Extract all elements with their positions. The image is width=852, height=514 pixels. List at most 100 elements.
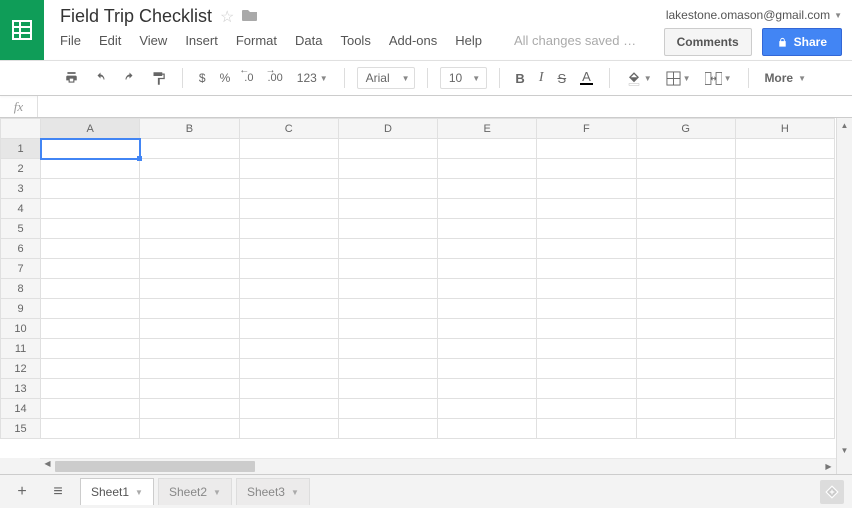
cell-G10[interactable] bbox=[636, 319, 735, 339]
cell-C13[interactable] bbox=[239, 379, 338, 399]
row-header-6[interactable]: 6 bbox=[1, 239, 41, 259]
cell-B9[interactable] bbox=[140, 299, 239, 319]
row-header-11[interactable]: 11 bbox=[1, 339, 41, 359]
row-header-7[interactable]: 7 bbox=[1, 259, 41, 279]
cell-F14[interactable] bbox=[537, 399, 636, 419]
cell-A15[interactable] bbox=[41, 419, 140, 439]
cell-G9[interactable] bbox=[636, 299, 735, 319]
row-header-10[interactable]: 10 bbox=[1, 319, 41, 339]
cell-A8[interactable] bbox=[41, 279, 140, 299]
cell-A11[interactable] bbox=[41, 339, 140, 359]
cell-F11[interactable] bbox=[537, 339, 636, 359]
cell-B3[interactable] bbox=[140, 179, 239, 199]
font-size-selector[interactable]: 10▼ bbox=[440, 67, 487, 89]
borders-button[interactable]: ▼ bbox=[662, 68, 695, 89]
share-button[interactable]: Share bbox=[762, 28, 842, 56]
cell-G8[interactable] bbox=[636, 279, 735, 299]
cell-E6[interactable] bbox=[438, 239, 537, 259]
font-selector[interactable]: Arial▼ bbox=[357, 67, 415, 89]
cell-C1[interactable] bbox=[239, 139, 338, 159]
row-header-1[interactable]: 1 bbox=[1, 139, 41, 159]
horizontal-scrollbar[interactable]: ◀ ▶ bbox=[40, 458, 836, 474]
sheets-logo[interactable] bbox=[0, 0, 44, 60]
row-header-13[interactable]: 13 bbox=[1, 379, 41, 399]
cell-H4[interactable] bbox=[735, 199, 834, 219]
cell-F13[interactable] bbox=[537, 379, 636, 399]
cell-B2[interactable] bbox=[140, 159, 239, 179]
cell-A6[interactable] bbox=[41, 239, 140, 259]
cell-D15[interactable] bbox=[338, 419, 437, 439]
cell-H7[interactable] bbox=[735, 259, 834, 279]
sheet-tab-sheet2[interactable]: Sheet2▼ bbox=[158, 478, 232, 505]
scroll-right-icon[interactable]: ▶ bbox=[821, 459, 836, 474]
cell-H15[interactable] bbox=[735, 419, 834, 439]
column-header-E[interactable]: E bbox=[438, 119, 537, 139]
cell-B10[interactable] bbox=[140, 319, 239, 339]
folder-icon[interactable] bbox=[242, 8, 258, 25]
vertical-scrollbar[interactable]: ▲ ▼ bbox=[836, 118, 852, 458]
cell-B13[interactable] bbox=[140, 379, 239, 399]
cell-D11[interactable] bbox=[338, 339, 437, 359]
cell-A9[interactable] bbox=[41, 299, 140, 319]
cell-A12[interactable] bbox=[41, 359, 140, 379]
strikethrough-button[interactable]: S bbox=[553, 68, 570, 89]
menu-file[interactable]: File bbox=[60, 33, 81, 48]
sheet-tab-sheet3[interactable]: Sheet3▼ bbox=[236, 478, 310, 505]
cell-D2[interactable] bbox=[338, 159, 437, 179]
cell-G1[interactable] bbox=[636, 139, 735, 159]
paint-format-button[interactable] bbox=[147, 68, 170, 89]
cell-F5[interactable] bbox=[537, 219, 636, 239]
cell-B7[interactable] bbox=[140, 259, 239, 279]
cell-H8[interactable] bbox=[735, 279, 834, 299]
cell-E4[interactable] bbox=[438, 199, 537, 219]
cell-E3[interactable] bbox=[438, 179, 537, 199]
row-header-4[interactable]: 4 bbox=[1, 199, 41, 219]
cell-E9[interactable] bbox=[438, 299, 537, 319]
row-header-15[interactable]: 15 bbox=[1, 419, 41, 439]
cell-A14[interactable] bbox=[41, 399, 140, 419]
undo-button[interactable] bbox=[89, 69, 112, 87]
cell-H12[interactable] bbox=[735, 359, 834, 379]
comments-button[interactable]: Comments bbox=[664, 28, 752, 56]
cell-H5[interactable] bbox=[735, 219, 834, 239]
column-header-D[interactable]: D bbox=[338, 119, 437, 139]
cell-G12[interactable] bbox=[636, 359, 735, 379]
increase-decimal-button[interactable]: →.00 bbox=[263, 69, 286, 87]
cell-G6[interactable] bbox=[636, 239, 735, 259]
cell-G2[interactable] bbox=[636, 159, 735, 179]
cell-F3[interactable] bbox=[537, 179, 636, 199]
explore-button[interactable] bbox=[820, 480, 844, 504]
cell-G5[interactable] bbox=[636, 219, 735, 239]
menu-data[interactable]: Data bbox=[295, 33, 322, 48]
currency-button[interactable]: $ bbox=[195, 68, 210, 88]
cell-A5[interactable] bbox=[41, 219, 140, 239]
menu-insert[interactable]: Insert bbox=[185, 33, 218, 48]
cell-F6[interactable] bbox=[537, 239, 636, 259]
cell-F1[interactable] bbox=[537, 139, 636, 159]
column-header-G[interactable]: G bbox=[636, 119, 735, 139]
cell-F4[interactable] bbox=[537, 199, 636, 219]
star-icon[interactable]: ☆ bbox=[220, 7, 234, 27]
print-button[interactable] bbox=[60, 68, 83, 88]
fill-color-button[interactable]: ▼ bbox=[622, 68, 656, 89]
cell-G14[interactable] bbox=[636, 399, 735, 419]
cell-D5[interactable] bbox=[338, 219, 437, 239]
document-title[interactable]: Field Trip Checklist bbox=[60, 6, 212, 27]
row-header-9[interactable]: 9 bbox=[1, 299, 41, 319]
cell-B11[interactable] bbox=[140, 339, 239, 359]
cell-B14[interactable] bbox=[140, 399, 239, 419]
row-header-3[interactable]: 3 bbox=[1, 179, 41, 199]
decrease-decimal-button[interactable]: ←.0 bbox=[240, 69, 257, 87]
row-header-12[interactable]: 12 bbox=[1, 359, 41, 379]
cell-C4[interactable] bbox=[239, 199, 338, 219]
column-header-H[interactable]: H bbox=[735, 119, 834, 139]
cell-F15[interactable] bbox=[537, 419, 636, 439]
cell-H2[interactable] bbox=[735, 159, 834, 179]
cell-E1[interactable] bbox=[438, 139, 537, 159]
redo-button[interactable] bbox=[118, 69, 141, 87]
column-header-B[interactable]: B bbox=[140, 119, 239, 139]
cell-E10[interactable] bbox=[438, 319, 537, 339]
cell-E8[interactable] bbox=[438, 279, 537, 299]
cell-C11[interactable] bbox=[239, 339, 338, 359]
cell-F8[interactable] bbox=[537, 279, 636, 299]
